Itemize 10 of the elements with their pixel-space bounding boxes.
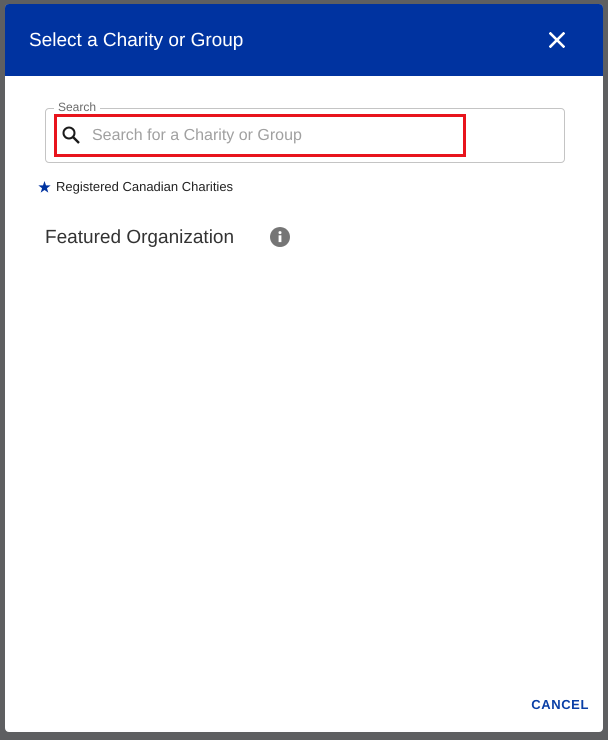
dialog-title: Select a Charity or Group [29,30,244,50]
search-label: Search [54,100,100,114]
close-button[interactable] [547,30,567,50]
legend-text: Registered Canadian Charities [56,180,234,193]
star-icon [38,180,51,192]
section-heading: Featured Organization [45,228,234,246]
search-icon [62,126,80,144]
cancel-button[interactable]: CANCEL [523,692,597,717]
info-icon[interactable] [270,227,290,247]
close-icon [549,32,565,48]
